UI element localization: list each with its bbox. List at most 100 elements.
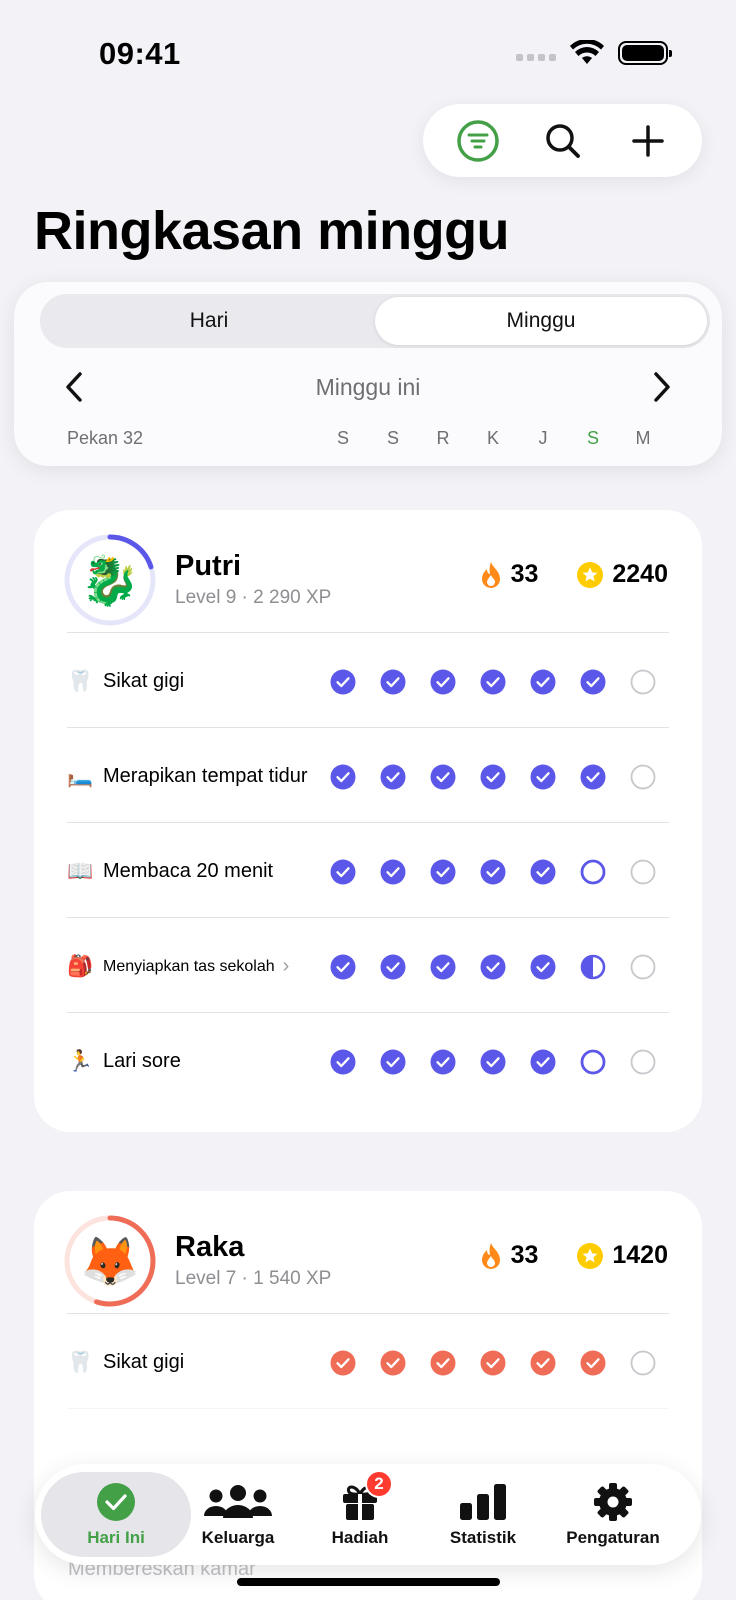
checkmark-done-icon[interactable] — [330, 954, 356, 980]
avatar[interactable]: 🦊 — [62, 1213, 158, 1309]
flame-icon — [481, 1242, 500, 1269]
checkmark-done-icon[interactable] — [480, 764, 506, 790]
half-done-icon[interactable] — [580, 954, 606, 980]
checkmark-done-icon[interactable] — [330, 669, 356, 695]
task-emoji: 🛏️ — [67, 764, 94, 788]
checkmark-done-icon[interactable] — [480, 1350, 506, 1376]
week-navigation: Minggu ini — [54, 364, 682, 410]
checkbox-empty-icon[interactable] — [630, 954, 656, 980]
checkmark-done-icon[interactable] — [330, 1350, 356, 1376]
checkmark-done-icon[interactable] — [330, 1049, 356, 1075]
checkmark-done-icon[interactable] — [530, 1350, 556, 1376]
previous-week-button[interactable] — [54, 367, 94, 407]
person-stats: 33 2240 — [479, 560, 668, 589]
checkbox-empty-icon[interactable] — [630, 669, 656, 695]
checkmark-done-icon[interactable] — [430, 859, 456, 885]
checkmark-done-icon[interactable] — [580, 1350, 606, 1376]
task-row[interactable]: 📖 Membaca 20 menit — [67, 822, 669, 919]
week-number: Pekan 32 — [67, 428, 144, 448]
task-emoji: 🏃 — [67, 1049, 94, 1073]
person-level: Level 9 · 2 290 XP — [175, 587, 332, 608]
search-icon — [545, 123, 580, 158]
week-label: Minggu ini — [315, 373, 421, 400]
checkmark-done-icon[interactable] — [380, 1049, 406, 1075]
chevron-right-icon — [654, 372, 670, 402]
task-label: Sikat gigi — [103, 670, 185, 692]
checkmark-done-icon[interactable] — [430, 954, 456, 980]
day-header: M — [635, 428, 651, 448]
task-name: 🛏️ Merapikan tempat tidur — [67, 728, 308, 825]
task-row[interactable]: 🏃 Lari sore — [67, 1012, 669, 1109]
checkmark-done-icon[interactable] — [530, 669, 556, 695]
task-name: 🦷 Sikat gigi — [67, 1314, 184, 1411]
tab-statistics[interactable]: Statistik — [421, 1472, 545, 1557]
checkmark-done-icon[interactable] — [480, 954, 506, 980]
search-button[interactable] — [533, 111, 593, 171]
chevron-left-icon — [66, 372, 82, 402]
task-row[interactable]: 🦷 Sikat gigi — [67, 1313, 669, 1410]
checkmark-done-icon[interactable] — [380, 764, 406, 790]
filter-icon — [456, 119, 499, 162]
day-header: J — [538, 428, 548, 448]
rewards-badge: 2 — [365, 1469, 393, 1498]
day-header: S — [586, 428, 599, 448]
tab-bar: Hari Ini Keluarga 2 Hadiah Statistik Pen… — [35, 1464, 701, 1565]
checkbox-empty-icon[interactable] — [630, 1350, 656, 1376]
person-level: Level 7 · 1 540 XP — [175, 1268, 332, 1289]
checkmark-done-icon[interactable] — [530, 764, 556, 790]
week-selector-card: Hari Minggu Minggu ini Pekan 32 S S R K J S M — [14, 282, 722, 466]
checkmark-done-icon[interactable] — [330, 859, 356, 885]
task-name: 🦷 Sikat gigi — [67, 633, 184, 730]
tab-today[interactable]: Hari Ini — [41, 1472, 191, 1557]
task-row[interactable]: 🎒 Menyiapkan tas sekolah › — [67, 917, 669, 1014]
checkmark-circle-icon — [97, 1482, 135, 1521]
checkmark-done-icon[interactable] — [480, 1049, 506, 1075]
tab-family[interactable]: Keluarga — [176, 1472, 300, 1557]
checkbox-empty-icon[interactable] — [580, 1049, 606, 1075]
avatar[interactable]: 🐉 — [62, 532, 158, 628]
star-coin-icon — [577, 561, 604, 588]
checkmark-done-icon[interactable] — [380, 954, 406, 980]
filter-button[interactable] — [448, 111, 508, 171]
checkmark-done-icon[interactable] — [330, 764, 356, 790]
task-row[interactable]: 🛏️ Merapikan tempat tidur — [67, 727, 669, 824]
tab-rewards[interactable]: 2 Hadiah — [298, 1469, 422, 1557]
checkmark-done-icon[interactable] — [580, 764, 606, 790]
tab-label: Hadiah — [331, 1527, 389, 1547]
checkmark-done-icon[interactable] — [430, 1350, 456, 1376]
person-name: Raka — [175, 1231, 245, 1263]
checkbox-empty-icon[interactable] — [630, 859, 656, 885]
task-row[interactable]: 🦷 Sikat gigi — [67, 632, 669, 729]
checkmark-done-icon[interactable] — [480, 669, 506, 695]
add-button[interactable] — [618, 111, 678, 171]
next-week-button[interactable] — [642, 367, 682, 407]
checkmark-done-icon[interactable] — [480, 859, 506, 885]
streak-count: 33 — [510, 560, 539, 588]
status-icons — [516, 40, 672, 66]
checkmark-done-icon[interactable] — [380, 859, 406, 885]
bar-chart-icon — [460, 1483, 506, 1520]
checkmark-done-icon[interactable] — [380, 1350, 406, 1376]
checkmark-done-icon[interactable] — [530, 1049, 556, 1075]
segment-day[interactable]: Hari — [43, 297, 375, 345]
checkbox-empty-icon[interactable] — [580, 859, 606, 885]
chevron-right-icon: › — [282, 955, 290, 977]
checkmark-done-icon[interactable] — [530, 954, 556, 980]
checkmark-done-icon[interactable] — [430, 669, 456, 695]
stars-count: 1420 — [612, 1241, 668, 1269]
tab-label: Pengaturan — [566, 1527, 660, 1547]
checkmark-done-icon[interactable] — [430, 1049, 456, 1075]
checkmark-done-icon[interactable] — [580, 669, 606, 695]
stars-count: 2240 — [612, 560, 668, 588]
checkbox-empty-icon[interactable] — [630, 764, 656, 790]
star-coin-icon — [577, 1242, 604, 1269]
checkmark-done-icon[interactable] — [380, 669, 406, 695]
tab-settings[interactable]: Pengaturan — [545, 1472, 681, 1557]
segment-week[interactable]: Minggu — [375, 297, 707, 345]
checkmark-done-icon[interactable] — [530, 859, 556, 885]
checkbox-empty-icon[interactable] — [630, 1049, 656, 1075]
flame-icon — [481, 561, 500, 588]
plus-icon — [631, 124, 664, 157]
checkmark-done-icon[interactable] — [430, 764, 456, 790]
task-name: 🏃 Lari sore — [67, 1013, 181, 1110]
